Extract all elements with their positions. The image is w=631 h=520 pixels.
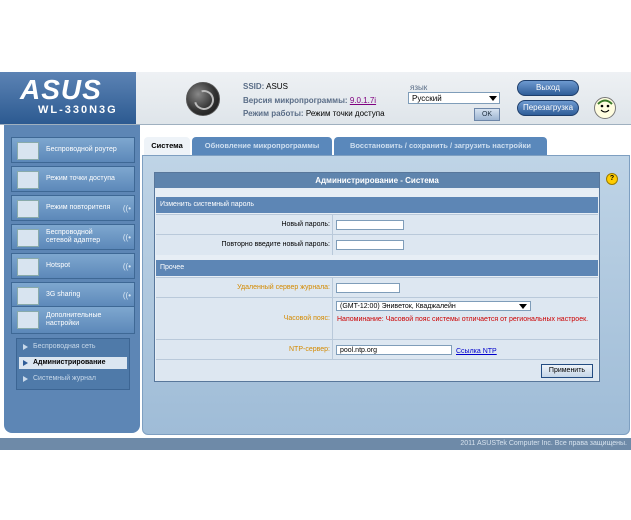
wifi-icon: ((• xyxy=(122,204,131,213)
access-point-icon xyxy=(17,171,39,189)
row-divider xyxy=(332,215,333,235)
firmware-label: Версия микропрограммы: xyxy=(243,96,348,105)
ssid-value: ASUS xyxy=(266,82,288,91)
language-ok-button[interactable]: OK xyxy=(474,108,500,121)
adapter-icon xyxy=(17,229,39,247)
language-select-value: Русский xyxy=(412,94,442,103)
mode-value: Режим точки доступа xyxy=(305,109,385,118)
ntp-link[interactable]: Ссылка NTP xyxy=(456,348,497,355)
timezone-select[interactable]: (GMT-12:00) Эниветок, Кваджалейн xyxy=(336,301,531,311)
submenu-item-system-log[interactable]: Системный журнал xyxy=(19,373,127,385)
timezone-select-value: (GMT-12:00) Эниветок, Кваджалейн xyxy=(340,303,456,310)
sidebar-item-wireless-adapter[interactable]: Беспроводной сетевой адаптер ((• xyxy=(11,224,135,250)
submenu-item-wireless[interactable]: Беспроводная сеть xyxy=(19,341,127,353)
submenu-item-administration[interactable]: Администрирование xyxy=(19,357,127,369)
asus-logo: ASUS xyxy=(20,74,102,105)
advanced-submenu: Беспроводная сеть Администрирование Сист… xyxy=(16,338,130,390)
tab-restore-save-upload[interactable]: Восстановить / сохранить / загрузить нас… xyxy=(334,137,547,155)
ntp-link-wrap: Ссылка NTP xyxy=(456,346,497,355)
form-row-apply xyxy=(156,359,598,381)
tab-system[interactable]: Система xyxy=(144,137,190,155)
tab-firmware-upgrade[interactable]: Обновление микропрограммы xyxy=(192,137,332,155)
footer: 2011 ASUSTek Computer Inc. Все права защ… xyxy=(0,438,631,450)
helper-avatar-icon[interactable] xyxy=(594,97,616,119)
ntp-server-input[interactable]: pool.ntp.org xyxy=(336,345,452,355)
help-icon[interactable]: ? xyxy=(606,173,618,185)
row-divider xyxy=(332,235,333,255)
sidebar-item-3g-sharing[interactable]: 3G sharing ((• xyxy=(11,282,135,308)
firmware-version-link[interactable]: 9.0.1.7i xyxy=(350,96,376,105)
row-divider xyxy=(332,278,333,298)
submenu-item-label: Беспроводная сеть xyxy=(33,343,96,350)
row-divider xyxy=(332,340,333,360)
admin-system-form: Администрирование - Система Изменить сис… xyxy=(154,172,600,382)
sidebar-item-access-point[interactable]: Режим точки доступа xyxy=(11,166,135,192)
log-server-input[interactable] xyxy=(336,283,400,293)
section-misc: Прочее xyxy=(156,260,598,276)
mode-line: Режим работы: Режим точки доступа xyxy=(243,109,385,118)
hotspot-icon xyxy=(17,258,39,276)
repeat-password-input[interactable] xyxy=(336,240,404,250)
form-row-timezone: Часовой пояс: (GMT-12:00) Эниветок, Квад… xyxy=(156,297,598,340)
3g-icon xyxy=(17,287,39,305)
form-row-ntp: NTP-сервер: pool.ntp.org Ссылка NTP xyxy=(156,339,598,360)
router-icon xyxy=(17,142,39,160)
language-select[interactable]: Русский xyxy=(408,92,500,104)
form-row-new-password: Новый пароль: xyxy=(156,214,598,235)
submenu-item-label: Системный журнал xyxy=(33,375,96,382)
log-server-label: Удаленный сервер журнала: xyxy=(237,284,330,291)
sidebar-item-label: Hotspot xyxy=(46,262,71,269)
wifi-icon: ((• xyxy=(122,233,131,242)
timezone-label: Часовой пояс: xyxy=(283,315,330,322)
submenu-item-label: Администрирование xyxy=(33,359,106,366)
firmware-line: Версия микропрограммы: 9.0.1.7i xyxy=(243,96,376,105)
triangle-right-icon xyxy=(23,344,28,350)
network-globe-icon xyxy=(186,82,220,116)
sidebar-item-label: Режим повторителя xyxy=(46,204,111,211)
sidebar-item-advanced-settings[interactable]: Дополнительные настройки xyxy=(11,306,135,334)
apply-button[interactable]: Применить xyxy=(541,364,593,378)
ssid-line: SSID: ASUS xyxy=(243,82,288,91)
model-name: WL-330N3G xyxy=(38,104,118,116)
timezone-warning: Напоминание: Часовой пояс системы отлича… xyxy=(337,316,589,323)
logo-panel: ASUS WL-330N3G xyxy=(0,72,136,124)
sidebar: Беспроводной роутер Режим точки доступа … xyxy=(4,125,140,433)
wifi-icon: ((• xyxy=(122,262,131,271)
sidebar-item-label: Дополнительные настройки xyxy=(46,312,102,327)
form-row-repeat-password: Повторно введите новый пароль: xyxy=(156,234,598,255)
row-divider xyxy=(332,298,333,340)
repeater-icon xyxy=(17,200,39,218)
triangle-right-icon xyxy=(23,376,28,382)
mode-label: Режим работы: xyxy=(243,109,304,118)
sidebar-item-label: Режим точки доступа xyxy=(46,175,115,182)
form-row-log-server: Удаленный сервер журнала: xyxy=(156,277,598,298)
new-password-label: Новый пароль: xyxy=(281,221,330,228)
chevron-down-icon xyxy=(489,96,497,101)
triangle-right-icon xyxy=(23,360,28,366)
new-password-input[interactable] xyxy=(336,220,404,230)
section-change-password: Изменить системный пароль xyxy=(156,197,598,213)
sidebar-item-hotspot[interactable]: Hotspot ((• xyxy=(11,253,135,279)
chevron-down-icon xyxy=(519,304,527,309)
repeat-password-label: Повторно введите новый пароль: xyxy=(221,241,330,248)
form-title: Администрирование - Система xyxy=(155,173,599,188)
sidebar-item-repeater[interactable]: Режим повторителя ((• xyxy=(11,195,135,221)
language-label: язык xyxy=(410,83,428,92)
copyright-text: 2011 ASUSTek Computer Inc. Все права защ… xyxy=(460,440,627,447)
sidebar-item-label: Беспроводной сетевой адаптер xyxy=(46,229,101,244)
wifi-icon: ((• xyxy=(122,291,131,300)
sidebar-item-wireless-router[interactable]: Беспроводной роутер xyxy=(11,137,135,163)
sidebar-item-label: 3G sharing xyxy=(46,291,81,298)
ssid-label: SSID: xyxy=(243,82,265,91)
header: ASUS WL-330N3G SSID: ASUS Версия микропр… xyxy=(0,72,631,125)
tools-icon xyxy=(17,311,39,329)
reboot-button[interactable]: Перезагрузка xyxy=(517,100,579,116)
sidebar-item-label: Беспроводной роутер xyxy=(46,146,117,153)
logout-button[interactable]: Выход xyxy=(517,80,579,96)
ntp-server-label: NTP-сервер: xyxy=(289,346,330,353)
